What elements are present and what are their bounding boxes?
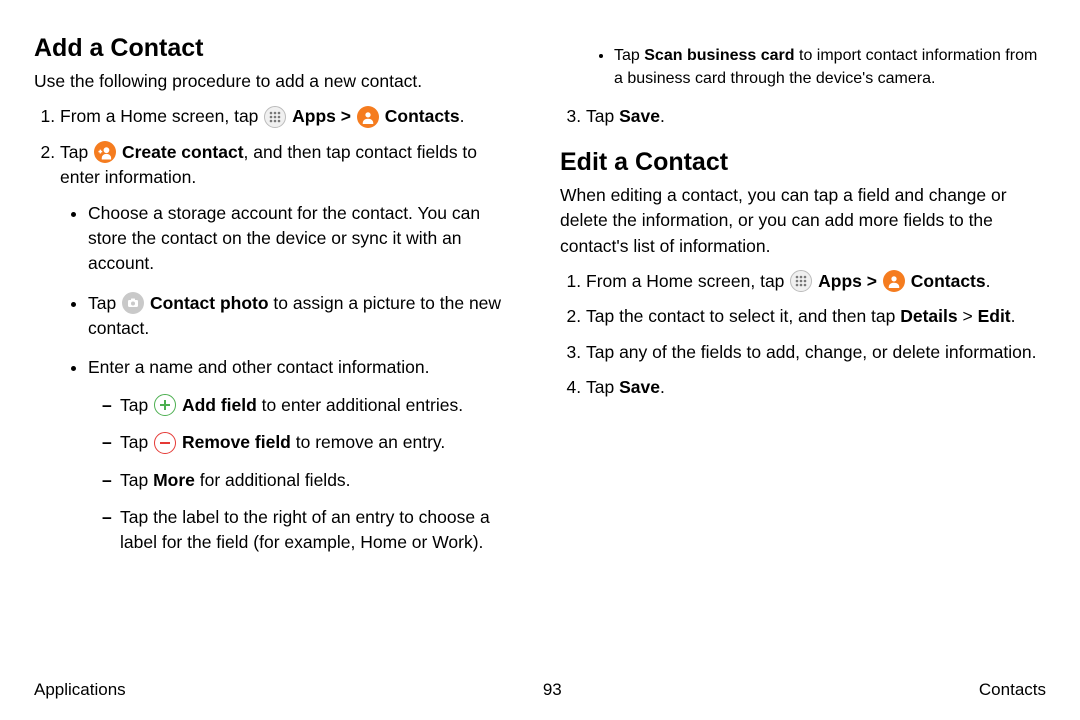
edit-step-4: Tap Save. xyxy=(586,375,1046,400)
arrow: > xyxy=(341,106,356,126)
footer-page-number: 93 xyxy=(543,680,562,700)
create-contact-icon xyxy=(94,141,116,163)
text: Tap xyxy=(586,377,619,397)
text: Tap xyxy=(120,395,153,415)
add-field-icon xyxy=(154,394,176,416)
text: to remove an entry. xyxy=(291,432,445,452)
arrow: > xyxy=(958,306,978,326)
contact-photo-label: Contact photo xyxy=(150,293,269,313)
details-label: Details xyxy=(900,306,957,326)
heading-edit-contact: Edit a Contact xyxy=(560,148,1046,177)
text: . xyxy=(660,377,665,397)
step2-bullets: Choose a storage account for the contact… xyxy=(60,201,520,556)
contacts-icon xyxy=(883,270,905,292)
scan-card-label: Scan business card xyxy=(644,47,794,64)
text: to enter additional entries. xyxy=(257,395,463,415)
bullet-enter-name: Enter a name and other contact informati… xyxy=(88,355,520,555)
dash-more: Tap More for additional fields. xyxy=(102,468,520,493)
edit-label: Edit xyxy=(978,306,1011,326)
more-label: More xyxy=(153,470,195,490)
text: for additional fields. xyxy=(195,470,351,490)
text: Tap xyxy=(614,47,644,64)
dash-add-field: Tap Add field to enter additional entrie… xyxy=(102,393,520,418)
contacts-icon xyxy=(357,106,379,128)
text: Tap xyxy=(120,432,153,452)
dash-list: Tap Add field to enter additional entrie… xyxy=(88,393,520,556)
step-3-save: Tap Save. xyxy=(586,104,1046,129)
intro-add-contact: Use the following procedure to add a new… xyxy=(34,69,520,94)
text: Tap xyxy=(586,106,619,126)
apps-icon xyxy=(790,270,812,292)
add-contact-steps-cont: Tap Save. xyxy=(560,104,1046,129)
camera-icon xyxy=(122,292,144,314)
text: . xyxy=(660,106,665,126)
step-2: Tap Create contact, and then tap contact… xyxy=(60,140,520,556)
bullet-photo: Tap Contact photo to assign a picture to… xyxy=(88,291,520,342)
contacts-label: Contacts xyxy=(911,271,986,291)
create-contact-label: Create contact xyxy=(122,142,244,162)
page-footer: Applications 93 Contacts xyxy=(34,680,1046,700)
edit-step-3: Tap any of the fields to add, change, or… xyxy=(586,340,1046,365)
footer-left: Applications xyxy=(34,680,126,700)
content-columns: Add a Contact Use the following procedur… xyxy=(34,34,1046,674)
edit-step-2: Tap the contact to select it, and then t… xyxy=(586,304,1046,329)
bullet-scan-card: Tap Scan business card to import contact… xyxy=(614,44,1046,90)
edit-step-1: From a Home screen, tap Apps > Contacts. xyxy=(586,269,1046,294)
apps-label: Apps xyxy=(818,271,862,291)
text: . xyxy=(986,271,991,291)
arrow: > xyxy=(867,271,882,291)
heading-add-contact: Add a Contact xyxy=(34,34,520,63)
remove-field-icon xyxy=(154,432,176,454)
footer-right: Contacts xyxy=(979,680,1046,700)
dash-label: Tap the label to the right of an entry t… xyxy=(102,505,520,556)
text: Tap the contact to select it, and then t… xyxy=(586,306,900,326)
text: Tap xyxy=(88,293,121,313)
edit-contact-steps: From a Home screen, tap Apps > Contacts.… xyxy=(560,269,1046,401)
remove-field-label: Remove field xyxy=(182,432,291,452)
save-label: Save xyxy=(619,377,660,397)
step2-bullets-cont: Tap Scan business card to import contact… xyxy=(560,44,1046,90)
text: Tap xyxy=(120,470,153,490)
intro-edit-contact: When editing a contact, you can tap a fi… xyxy=(560,183,1046,259)
text: . xyxy=(460,106,465,126)
apps-icon xyxy=(264,106,286,128)
save-label: Save xyxy=(619,106,660,126)
apps-label: Apps xyxy=(292,106,336,126)
text: From a Home screen, tap xyxy=(60,106,263,126)
text: From a Home screen, tap xyxy=(586,271,789,291)
text: Enter a name and other contact informati… xyxy=(88,357,429,377)
text: Tap xyxy=(60,142,93,162)
contacts-label: Contacts xyxy=(385,106,460,126)
step-1: From a Home screen, tap Apps > Contacts. xyxy=(60,104,520,129)
add-contact-steps: From a Home screen, tap Apps > Contacts.… xyxy=(34,104,520,555)
dash-remove-field: Tap Remove field to remove an entry. xyxy=(102,430,520,455)
text: . xyxy=(1011,306,1016,326)
add-field-label: Add field xyxy=(182,395,257,415)
bullet-storage: Choose a storage account for the contact… xyxy=(88,201,520,277)
